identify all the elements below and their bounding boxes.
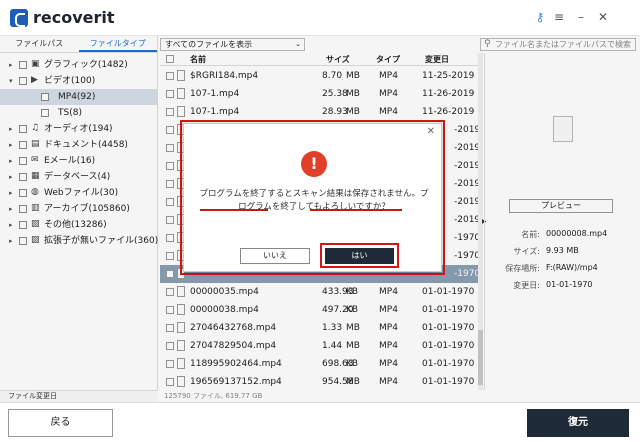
title-bar: recoverit ⚷ ≡ – ✕ [0, 0, 640, 36]
app-name: recoverit [33, 8, 115, 27]
back-button[interactable]: 戻る [8, 409, 113, 437]
warning-icon: ! [301, 151, 327, 177]
yes-button[interactable]: はい [325, 248, 394, 264]
dialog-close-icon[interactable]: ✕ [427, 126, 435, 137]
bottom-bar: 戻る 復元 [0, 402, 640, 442]
no-button[interactable]: いいえ [240, 248, 310, 264]
recover-button[interactable]: 復元 [527, 409, 629, 437]
exit-confirm-dialog: ✕ ! プログラムを終了するとスキャン結果は保存されません。プログラムを終了して… [183, 123, 442, 272]
key-icon[interactable]: ⚷ [533, 10, 547, 24]
minimize-icon[interactable]: – [574, 10, 588, 24]
menu-icon[interactable]: ≡ [552, 10, 566, 24]
close-icon[interactable]: ✕ [596, 10, 610, 24]
message-underline-annotation [310, 209, 402, 211]
recoverit-logo [10, 9, 28, 27]
message-underline-annotation [200, 209, 268, 211]
